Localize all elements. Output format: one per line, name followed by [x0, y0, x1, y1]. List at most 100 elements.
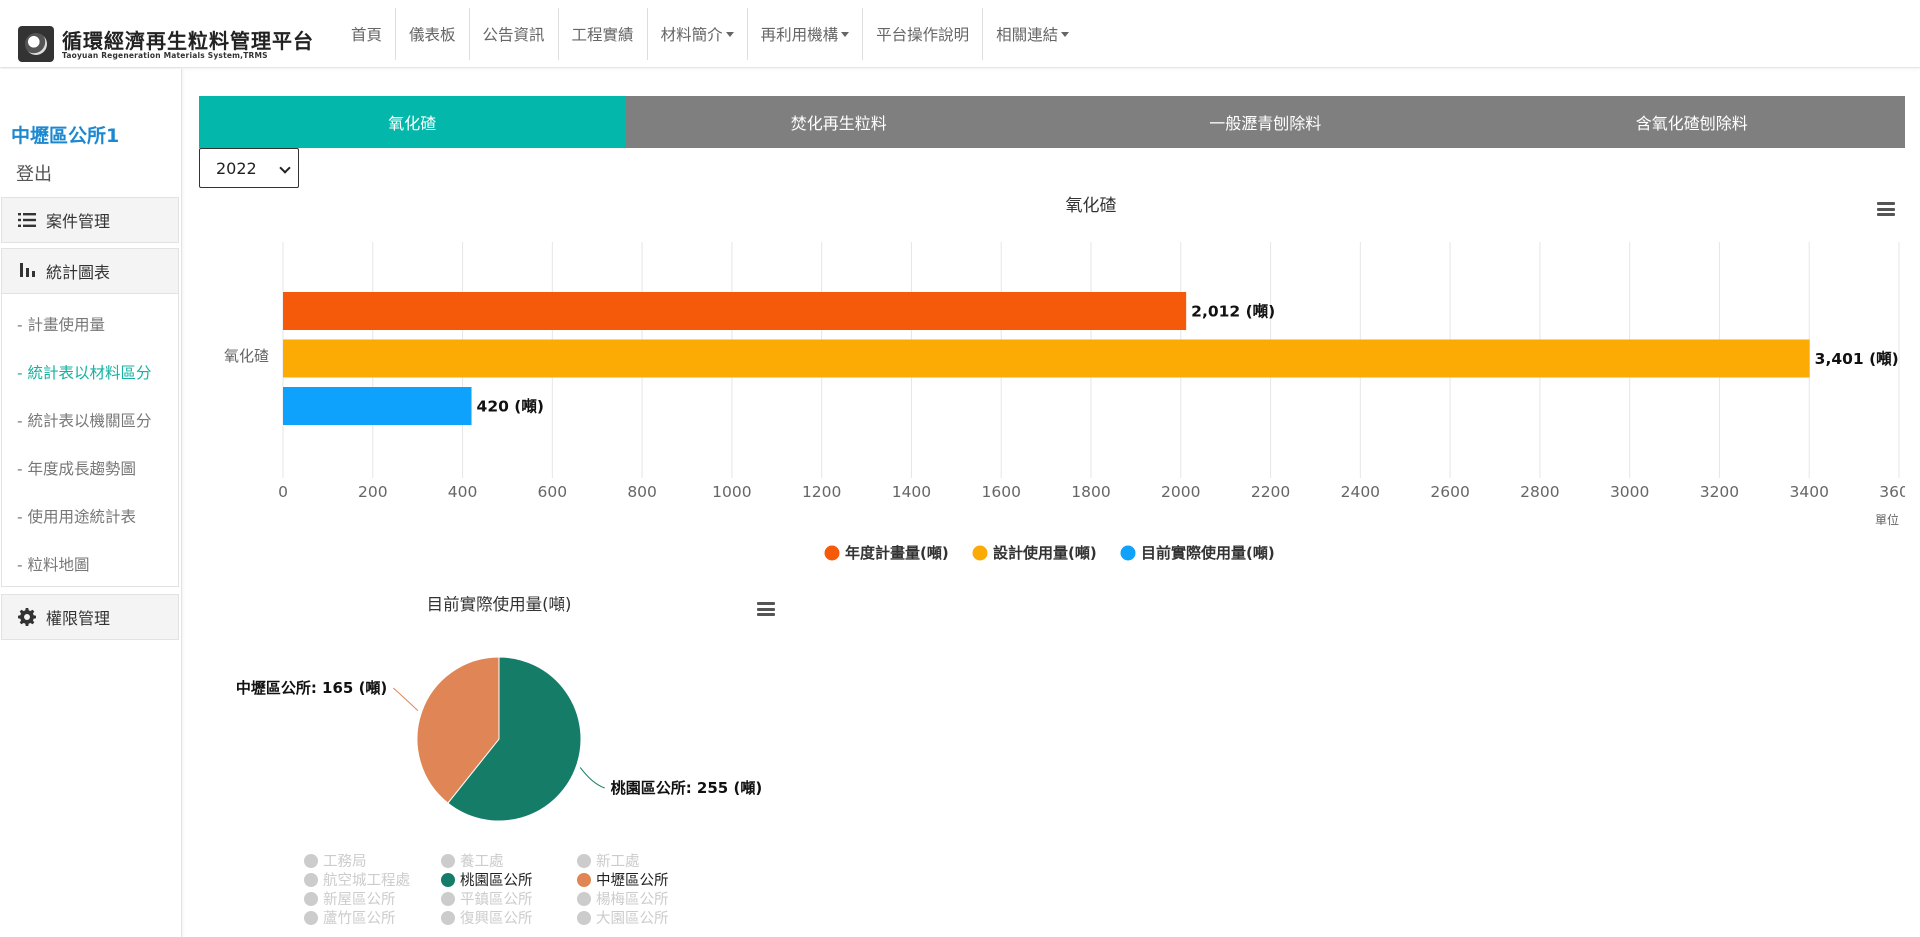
- y-category-label: 氧化碴: [224, 347, 269, 365]
- nav-item[interactable]: 工程實績: [559, 8, 648, 60]
- pie-legend-item[interactable]: 航空城工程處: [323, 872, 410, 889]
- year-select-value: 2022: [216, 158, 257, 178]
- brand-title: 循環經濟再生粒料管理平台: [62, 29, 314, 53]
- x-tick-label: 200: [358, 483, 388, 501]
- x-tick-label: 2800: [1520, 483, 1559, 501]
- sidebar-subitem[interactable]: - 年度成長趨勢圖: [17, 457, 136, 479]
- sidebar-subitem[interactable]: - 統計表以機關區分: [17, 409, 152, 431]
- pie-legend-item[interactable]: 平鎮區公所: [460, 891, 533, 908]
- x-tick-label: 3000: [1610, 483, 1649, 501]
- x-tick-label: 2600: [1430, 483, 1469, 501]
- nav-item[interactable]: 材料簡介: [648, 8, 748, 60]
- nav-item[interactable]: 再利用機構: [748, 8, 864, 60]
- sidebar-subitem[interactable]: - 使用用途統計表: [17, 505, 136, 527]
- pie-data-label: 桃園區公所: 255 (噸): [611, 779, 762, 797]
- x-tick-label: 3400: [1789, 483, 1828, 501]
- legend-item[interactable]: 目前實際使用量(噸): [1141, 544, 1275, 562]
- pie-legend-marker[interactable]: [441, 854, 455, 868]
- pie-legend-marker[interactable]: [304, 911, 318, 925]
- x-tick-label: 1000: [712, 483, 751, 501]
- pie-legend-item[interactable]: 復興區公所: [460, 910, 533, 927]
- statistics-submenu: - 計畫使用量 - 統計表以材料區分 - 統計表以機關區分 - 年度成長趨勢圖 - 使用…: [1, 293, 179, 587]
- pie-legend-item[interactable]: 桃園區公所: [460, 872, 533, 889]
- legend-marker[interactable]: [972, 545, 988, 561]
- pie-legend-item[interactable]: 養工處: [460, 852, 504, 870]
- pie-legend-marker[interactable]: [441, 911, 455, 925]
- legend-marker[interactable]: [1120, 545, 1136, 561]
- x-tick-label: 2400: [1341, 483, 1380, 501]
- tab-material[interactable]: 含氧化碴刨除料: [1478, 96, 1905, 148]
- pie-legend-marker[interactable]: [441, 892, 455, 906]
- main-nav: 首頁 儀表板 公告資訊 工程實績 材料簡介 再利用機構 平台操作說明 相關連結: [338, 8, 1082, 60]
- brand[interactable]: 循環經濟再生粒料管理平台 Taoyuan Regeneration Materi…: [16, 18, 313, 64]
- x-tick-label: 0: [278, 483, 288, 501]
- material-tabs: 氧化碴 焚化再生粒料 一般瀝青刨除料 含氧化碴刨除料: [199, 96, 1905, 148]
- tab-material[interactable]: 一般瀝青刨除料: [1052, 96, 1479, 148]
- nav-item[interactable]: 平台操作說明: [863, 8, 984, 60]
- caret-down-icon: [841, 31, 850, 37]
- bar-chart-icon: [20, 263, 35, 277]
- x-tick-label: 1400: [892, 483, 931, 501]
- app-root: 循環經濟再生粒料管理平台 Taoyuan Regeneration Materi…: [0, 0, 1920, 937]
- tab-material[interactable]: 焚化再生粒料: [625, 96, 1052, 148]
- pie-legend-item[interactable]: 新屋區公所: [323, 891, 396, 908]
- nav-item[interactable]: 相關連結: [983, 8, 1082, 60]
- logo-icon: [18, 26, 54, 62]
- chart-menu-icon[interactable]: [1877, 202, 1895, 216]
- data-label: 3,401 (噸): [1815, 349, 1899, 368]
- x-tick-label: 3600: [1879, 483, 1905, 501]
- sidebar-subitem[interactable]: - 計畫使用量: [17, 313, 105, 335]
- sidebar-item-label: 案件管理: [46, 212, 111, 231]
- caret-down-icon: [725, 31, 734, 37]
- pie-chart: 目前實際使用量(噸) 桃園區公所: 255 (噸) 中壢區公所: 165 (噸) 工務…: [234, 595, 763, 927]
- nav-item-label: 首頁: [351, 26, 383, 44]
- x-tick-label: 1200: [802, 483, 841, 501]
- brand-subtitle: Taoyuan Regeneration Materials System,TR…: [62, 51, 268, 60]
- sidebar-item-label: 統計圖表: [46, 263, 111, 282]
- x-tick-label: 800: [627, 483, 657, 501]
- chart-title: 氧化碴: [1066, 196, 1117, 216]
- tab-material[interactable]: 氧化碴: [199, 96, 626, 148]
- pie-legend-item[interactable]: 大園區公所: [596, 910, 669, 927]
- pie-legend-marker[interactable]: [441, 873, 455, 887]
- x-tick-label: 2200: [1251, 483, 1290, 501]
- legend-item[interactable]: 年度計畫量(噸): [845, 544, 949, 562]
- nav-item[interactable]: 儀表板: [396, 8, 470, 60]
- x-tick-label: 600: [538, 483, 568, 501]
- pie-legend-marker[interactable]: [577, 873, 591, 887]
- pie-legend-marker[interactable]: [577, 854, 591, 868]
- pie-legend-item[interactable]: 中壢區公所: [596, 872, 669, 889]
- nav-item[interactable]: 公告資訊: [470, 8, 559, 60]
- pie-chart-menu-icon[interactable]: [757, 602, 775, 616]
- nav-item-label: 公告資訊: [482, 26, 545, 44]
- pie-legend-item[interactable]: 楊梅區公所: [596, 891, 669, 908]
- pie-connector: [579, 767, 605, 789]
- sidebar-item-case-management[interactable]: 案件管理: [1, 197, 179, 243]
- pie-data-label: 中壢區公所: 165 (噸): [236, 679, 387, 697]
- nav-item[interactable]: 首頁: [338, 8, 397, 60]
- x-tick-label: 1800: [1071, 483, 1110, 501]
- legend-item[interactable]: 設計使用量(噸): [993, 544, 1097, 562]
- pie-legend-marker[interactable]: [304, 854, 318, 868]
- sidebar-subitem[interactable]: - 統計表以材料區分: [17, 361, 152, 383]
- sidebar-item-label: 權限管理: [46, 609, 111, 628]
- logout-link[interactable]: 登出: [16, 160, 52, 186]
- sidebar-subitem[interactable]: - 粒料地圖: [17, 553, 90, 575]
- pie-legend-marker[interactable]: [304, 873, 318, 887]
- nav-item-label: 再利用機構: [760, 26, 839, 44]
- year-select[interactable]: 2022: [199, 148, 299, 188]
- x-tick-label: 3200: [1700, 483, 1739, 501]
- pie-legend-marker[interactable]: [304, 892, 318, 906]
- pie-legend-marker[interactable]: [577, 911, 591, 925]
- user-name: 中壢區公所1: [11, 125, 120, 147]
- sidebar-item-statistics[interactable]: 統計圖表: [1, 248, 179, 294]
- nav-item-label: 平台操作說明: [876, 26, 970, 44]
- pie-legend-item[interactable]: 工務局: [323, 853, 367, 870]
- sidebar-item-permission-management[interactable]: 權限管理: [1, 594, 179, 640]
- legend-marker[interactable]: [824, 545, 840, 561]
- pie-legend-marker[interactable]: [577, 892, 591, 906]
- data-label: 2,012 (噸): [1191, 302, 1275, 321]
- pie-legend-item[interactable]: 蘆竹區公所: [323, 910, 396, 927]
- pie-legend-item[interactable]: 新工處: [596, 853, 640, 870]
- bar-chart: 氧化碴 0 200 400 600 800 1000 1200 1400 1600 1800 2000…: [224, 196, 1905, 562]
